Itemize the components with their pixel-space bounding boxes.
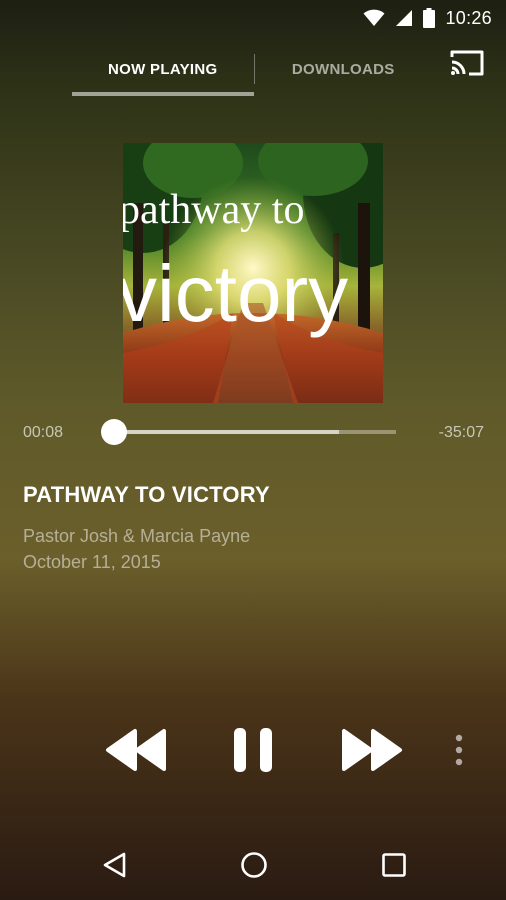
fast-forward-icon <box>340 728 404 777</box>
rewind-icon <box>104 728 168 777</box>
rewind-button[interactable] <box>100 724 172 780</box>
seek-buffered <box>112 430 340 434</box>
back-icon <box>101 851 127 884</box>
battery-icon <box>423 8 436 28</box>
album-art-line1: pathway to <box>123 187 304 233</box>
home-button[interactable] <box>224 842 284 892</box>
status-time: 10:26 <box>445 7 492 28</box>
playback-controls <box>0 724 506 780</box>
cell-signal-icon <box>395 9 413 27</box>
tab-bar: NOW PLAYING DOWNLOADS <box>72 44 433 96</box>
track-date: October 11, 2015 <box>23 552 161 572</box>
album-art: pathway to victory <box>123 143 383 403</box>
seek-thumb[interactable] <box>101 419 128 445</box>
wifi-icon <box>363 9 385 27</box>
status-bar: 10:26 <box>0 0 506 36</box>
more-options-button[interactable] <box>444 724 474 780</box>
album-art-line2: victory <box>123 249 348 338</box>
pause-button[interactable] <box>224 724 284 780</box>
tab-now-playing[interactable]: NOW PLAYING <box>72 44 254 96</box>
cast-icon <box>449 49 485 82</box>
remaining-time: -35:07 <box>438 424 484 441</box>
seek-bar[interactable] <box>100 418 396 446</box>
more-vert-icon <box>454 733 464 772</box>
navigation-bar <box>0 834 506 900</box>
track-title: PATHWAY TO VICTORY <box>23 482 270 507</box>
cast-button[interactable] <box>446 48 488 82</box>
track-artist: Pastor Josh & Marcia Payne <box>23 526 251 546</box>
elapsed-time: 00:08 <box>23 424 64 441</box>
fast-forward-button[interactable] <box>336 724 408 780</box>
back-button[interactable] <box>84 842 144 892</box>
tab-downloads[interactable]: DOWNLOADS <box>255 44 433 94</box>
pause-icon <box>232 726 276 779</box>
home-icon <box>240 851 268 884</box>
recents-button[interactable] <box>364 842 424 892</box>
recents-icon <box>381 852 407 883</box>
